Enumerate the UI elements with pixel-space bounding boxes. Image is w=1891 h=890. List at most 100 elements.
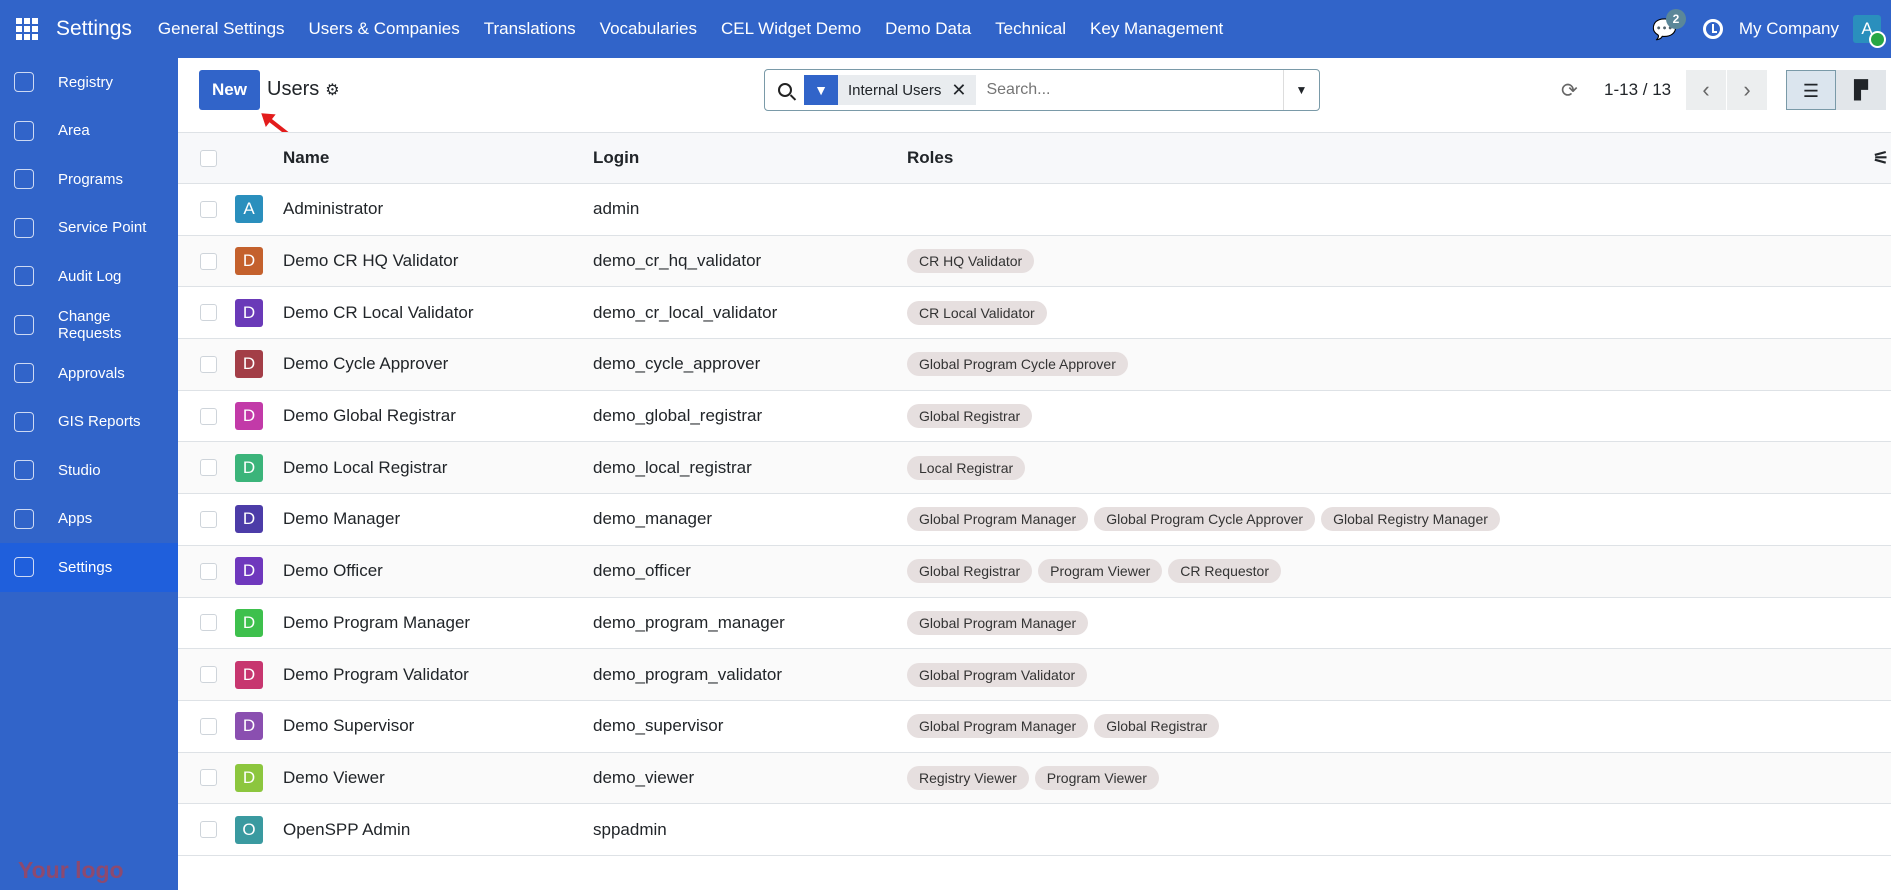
menu-key-management[interactable]: Key Management bbox=[1090, 19, 1223, 39]
table-row[interactable]: D Demo Global Registrar demo_global_regi… bbox=[178, 391, 1891, 443]
sidebar-item-apps[interactable]: Apps bbox=[0, 495, 178, 544]
studio-icon bbox=[14, 460, 34, 481]
menu-general-settings[interactable]: General Settings bbox=[158, 19, 285, 39]
change-requests-icon bbox=[14, 314, 34, 335]
role-tag: Global Registrar bbox=[907, 559, 1033, 584]
select-all-checkbox[interactable] bbox=[200, 149, 217, 167]
list-view-button[interactable]: ☰ bbox=[1786, 70, 1836, 110]
kanban-view-button[interactable]: ▛ bbox=[1836, 70, 1886, 110]
row-checkbox[interactable] bbox=[200, 407, 217, 425]
sidebar-item-label: Approvals bbox=[58, 364, 125, 382]
sidebar-item-registry[interactable]: Registry bbox=[0, 58, 178, 107]
row-checkbox[interactable] bbox=[200, 821, 217, 839]
company-switcher[interactable]: My Company bbox=[1739, 19, 1839, 39]
sidebar-item-studio[interactable]: Studio bbox=[0, 446, 178, 495]
approvals-icon bbox=[14, 363, 34, 384]
table-body: A Administrator admin D Demo CR HQ Valid… bbox=[178, 184, 1891, 856]
menu-demo-data[interactable]: Demo Data bbox=[885, 19, 971, 39]
row-checkbox[interactable] bbox=[200, 769, 217, 787]
table-row[interactable]: D Demo Officer demo_officer Global Regis… bbox=[178, 545, 1891, 598]
new-button[interactable]: New bbox=[199, 70, 260, 110]
user-name: Demo Local Registrar bbox=[283, 457, 448, 477]
user-name: Demo Program Manager bbox=[283, 612, 471, 632]
user-name: Demo Supervisor bbox=[283, 716, 415, 736]
control-panel: New Users ⚙ ▼ Internal Users ✕ ▼ ⟳ 1-13 /… bbox=[178, 58, 1891, 138]
row-checkbox[interactable] bbox=[200, 459, 217, 477]
user-avatar[interactable]: A bbox=[1853, 15, 1886, 48]
sidebar-item-label: Area bbox=[58, 122, 90, 140]
messages-badge: 2 bbox=[1665, 8, 1686, 29]
page-title-text: Users bbox=[267, 78, 320, 100]
app-grid-icon[interactable] bbox=[16, 18, 38, 40]
activity-clock-icon[interactable] bbox=[1702, 19, 1723, 39]
user-login: sppadmin bbox=[593, 819, 667, 839]
row-checkbox[interactable] bbox=[200, 304, 217, 322]
sidebar-item-service-point[interactable]: Service Point bbox=[0, 204, 178, 253]
avatar: D bbox=[235, 298, 263, 327]
user-name: Demo Officer bbox=[283, 561, 383, 581]
messages-icon[interactable]: 💬 2 bbox=[1652, 8, 1686, 42]
app-title[interactable]: Settings bbox=[56, 17, 132, 41]
menu-users-companies[interactable]: Users & Companies bbox=[309, 19, 460, 39]
role-tag: Global Registrar bbox=[1094, 714, 1220, 739]
user-roles: CR Local Validator bbox=[907, 300, 1047, 325]
remove-facet-icon[interactable]: ✕ bbox=[951, 80, 976, 101]
gis-reports-icon bbox=[14, 411, 34, 432]
top-navbar: Settings General Settings Users & Compan… bbox=[0, 0, 1891, 58]
avatar: D bbox=[235, 712, 263, 741]
pager-value[interactable]: 1-13 / 13 bbox=[1604, 80, 1671, 100]
table-row[interactable]: D Demo Cycle Approver demo_cycle_approve… bbox=[178, 339, 1891, 391]
role-tag: Program Viewer bbox=[1038, 559, 1163, 584]
gear-icon[interactable]: ⚙ bbox=[325, 82, 339, 99]
optional-columns-icon[interactable]: ⚟ bbox=[1873, 148, 1889, 169]
pager-previous-button[interactable]: ‹ bbox=[1686, 70, 1726, 110]
sidebar-item-area[interactable]: Area bbox=[0, 107, 178, 156]
row-checkbox[interactable] bbox=[200, 717, 217, 735]
table-row[interactable]: D Demo Program Manager demo_program_mana… bbox=[178, 598, 1891, 650]
sidebar: Registry Area Programs Service Point Audit L… bbox=[0, 58, 178, 890]
row-checkbox[interactable] bbox=[200, 355, 217, 373]
sidebar-item-gis-reports[interactable]: GIS Reports bbox=[0, 398, 178, 447]
avatar: D bbox=[235, 402, 263, 431]
menu-translations[interactable]: Translations bbox=[484, 19, 576, 39]
avatar: D bbox=[235, 608, 263, 637]
table-row[interactable]: D Demo CR Local Validator demo_cr_local_… bbox=[178, 287, 1891, 340]
column-login[interactable]: Login bbox=[593, 148, 639, 168]
pager-next-button[interactable]: › bbox=[1727, 70, 1767, 110]
column-roles[interactable]: Roles bbox=[907, 148, 953, 168]
menu-vocabularies[interactable]: Vocabularies bbox=[600, 19, 697, 39]
your-logo: Your logo bbox=[18, 857, 124, 883]
sidebar-item-approvals[interactable]: Approvals bbox=[0, 349, 178, 398]
refresh-icon[interactable]: ⟳ bbox=[1561, 78, 1578, 103]
table-row[interactable]: D Demo Local Registrar demo_local_regist… bbox=[178, 442, 1891, 495]
sidebar-item-programs[interactable]: Programs bbox=[0, 155, 178, 204]
menu-technical[interactable]: Technical bbox=[995, 19, 1066, 39]
filter-facet: ▼ Internal Users ✕ bbox=[804, 75, 977, 105]
row-checkbox[interactable] bbox=[200, 200, 217, 218]
search-input[interactable] bbox=[986, 81, 1283, 99]
table-row[interactable]: A Administrator admin bbox=[178, 184, 1891, 236]
column-name[interactable]: Name bbox=[283, 148, 329, 168]
table-row[interactable]: D Demo Viewer demo_viewer Registry Viewe… bbox=[178, 752, 1891, 805]
table-row[interactable]: D Demo Manager demo_manager Global Progr… bbox=[178, 494, 1891, 546]
row-checkbox[interactable] bbox=[200, 614, 217, 632]
sidebar-item-settings[interactable]: Settings bbox=[0, 543, 178, 592]
table-row[interactable]: O OpenSPP Admin sppadmin bbox=[178, 804, 1891, 856]
row-checkbox[interactable] bbox=[200, 666, 217, 684]
search-icon[interactable] bbox=[778, 83, 792, 97]
search-options-dropdown-icon[interactable]: ▼ bbox=[1283, 70, 1319, 110]
table-row[interactable]: D Demo Supervisor demo_supervisor Global… bbox=[178, 701, 1891, 753]
avatar: D bbox=[235, 505, 263, 534]
user-roles: Registry Viewer Program Viewer bbox=[907, 765, 1159, 790]
menu-cel-widget-demo[interactable]: CEL Widget Demo bbox=[721, 19, 861, 39]
sidebar-item-change-requests[interactable]: Change Requests bbox=[0, 301, 178, 350]
sidebar-item-audit-log[interactable]: Audit Log bbox=[0, 252, 178, 301]
user-login: demo_program_manager bbox=[593, 612, 785, 632]
user-login: demo_viewer bbox=[593, 767, 695, 787]
row-checkbox[interactable] bbox=[200, 252, 217, 270]
row-checkbox[interactable] bbox=[200, 562, 217, 580]
user-login: demo_cr_hq_validator bbox=[593, 251, 762, 271]
row-checkbox[interactable] bbox=[200, 510, 217, 528]
table-row[interactable]: D Demo Program Validator demo_program_va… bbox=[178, 649, 1891, 701]
table-row[interactable]: D Demo CR HQ Validator demo_cr_hq_valida… bbox=[178, 235, 1891, 288]
